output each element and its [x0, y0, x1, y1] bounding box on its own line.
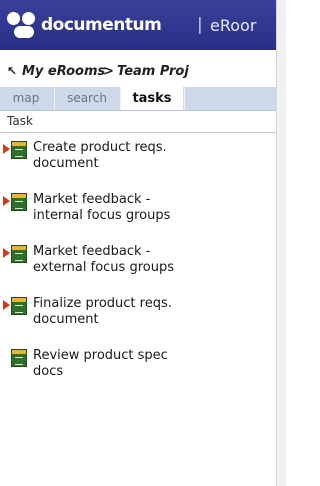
task-title[interactable]: Finalize product reqs. document — [33, 296, 276, 328]
tab-tasks[interactable]: tasks — [120, 87, 183, 110]
task-title-line1: Finalize product reqs. — [33, 296, 172, 311]
tab-search[interactable]: search — [54, 87, 119, 110]
tab-more[interactable] — [184, 87, 276, 110]
task-title-line2: document — [33, 156, 99, 171]
brand-name: documentum — [41, 15, 162, 35]
task-title-line2: external focus groups — [33, 260, 174, 275]
task-title[interactable]: Market feedback - internal focus groups — [33, 192, 276, 224]
task-title[interactable]: Review product spec docs — [33, 348, 276, 380]
task-row[interactable]: Market feedback - external focus groups — [0, 244, 276, 290]
tab-map[interactable]: map — [0, 87, 52, 110]
task-title[interactable]: Create product reqs. document — [33, 140, 276, 172]
priority-flag-icon — [3, 300, 10, 310]
app-header: documentum | eRoor — [0, 0, 276, 50]
task-icon — [11, 349, 27, 367]
documentum-logo-icon — [6, 10, 36, 40]
task-title-line1: Review product spec — [33, 348, 168, 363]
task-icon — [11, 141, 27, 159]
task-column-header[interactable]: Task — [0, 111, 276, 133]
breadcrumb-team-project[interactable]: Team Proj — [117, 64, 189, 79]
brand-separator: | — [197, 15, 203, 35]
task-row[interactable]: Review product spec docs — [0, 348, 276, 394]
task-title-line1: Market feedback - — [33, 244, 151, 259]
task-title-line1: Market feedback - — [33, 192, 151, 207]
column-header-label: Task — [7, 114, 33, 128]
task-icon — [11, 297, 27, 315]
priority-flag-icon — [3, 248, 10, 258]
task-row[interactable]: Market feedback - internal focus groups — [0, 192, 276, 238]
tab-bar: map search tasks — [0, 87, 276, 111]
task-title-line1: Create product reqs. — [33, 140, 167, 155]
product-name: eRoor — [210, 16, 257, 35]
task-title[interactable]: Market feedback - external focus groups — [33, 244, 276, 276]
task-row[interactable]: Create product reqs. document — [0, 140, 276, 186]
task-row[interactable]: Finalize product reqs. document — [0, 296, 276, 342]
up-arrow-icon[interactable]: ↖ — [7, 64, 17, 78]
task-title-line2: document — [33, 312, 99, 327]
priority-flag-icon — [3, 144, 10, 154]
task-icon — [11, 193, 27, 211]
breadcrumb-separator: > — [103, 64, 114, 79]
task-title-line2: internal focus groups — [33, 208, 171, 223]
priority-flag-icon — [3, 196, 10, 206]
eroom-window: documentum | eRoor ↖ My eRooms > Team Pr… — [0, 0, 276, 486]
scrollbar[interactable] — [276, 0, 286, 486]
breadcrumb: ↖ My eRooms > Team Proj — [0, 64, 276, 84]
breadcrumb-my-erooms[interactable]: My eRooms — [22, 64, 105, 79]
task-title-line2: docs — [33, 364, 64, 379]
task-icon — [11, 245, 27, 263]
